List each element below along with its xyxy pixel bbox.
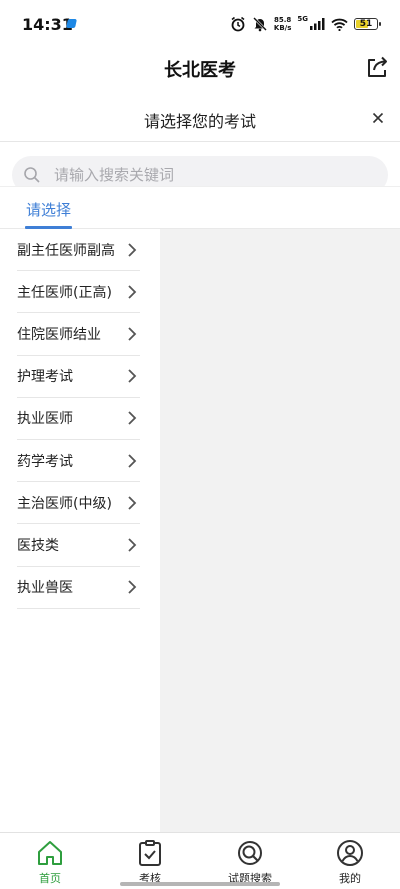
category-label: 住院医师结业 [17, 326, 101, 343]
category-label: 护理考试 [17, 369, 73, 386]
category-label: 副主任医师副高 [17, 242, 115, 259]
category-item[interactable]: 护理考试 [17, 356, 140, 398]
wifi-icon [331, 18, 348, 31]
close-icon[interactable] [368, 108, 388, 128]
mute-bell-icon [252, 17, 267, 32]
category-item[interactable]: 副主任医师副高 [17, 229, 140, 272]
signal-icon [310, 18, 325, 30]
nav-label: 我的 [339, 872, 361, 885]
home-indicator [120, 882, 280, 886]
chevron-right-icon [128, 580, 137, 594]
share-icon[interactable] [364, 54, 390, 80]
status-time: 14:31 [22, 15, 73, 34]
tab-bar: 请选择 [0, 186, 400, 229]
chevron-right-icon [128, 411, 137, 425]
category-item[interactable]: 主治医师(中级) [17, 482, 140, 525]
bottom-nav: 首页 考核 试题搜索 我的 [0, 832, 400, 889]
nav-exam[interactable]: 考核 [110, 839, 190, 886]
network-type: 5G [297, 15, 308, 23]
nav-home[interactable]: 首页 [10, 839, 90, 886]
category-label: 主任医师(正高) [17, 284, 112, 301]
chevron-right-icon [128, 538, 137, 552]
subcategory-pane [160, 229, 400, 832]
home-icon [38, 841, 62, 865]
nav-profile[interactable]: 我的 [310, 839, 390, 886]
status-bar: 14:31 85.8 KB/s 5G 51 [0, 0, 400, 48]
category-item[interactable]: 执业兽医 [17, 567, 140, 609]
category-list: 副主任医师副高 主任医师(正高) 住院医师结业 护理考试 执业医师 药学考试 主… [0, 229, 160, 832]
app-title: 长北医考 [164, 60, 236, 81]
exam-select-header: 请选择您的考试 [0, 96, 400, 142]
battery-icon: 51 [354, 18, 381, 30]
status-icons: 85.8 KB/s 5G 51 [230, 15, 381, 33]
category-item[interactable]: 医技类 [17, 524, 140, 567]
alarm-icon [231, 16, 245, 32]
chevron-right-icon [128, 369, 137, 383]
app-notification-icon [66, 19, 77, 28]
category-label: 医技类 [17, 537, 59, 554]
nav-label: 首页 [39, 872, 61, 885]
search-input[interactable] [54, 166, 354, 184]
user-icon [337, 840, 363, 866]
chevron-right-icon [128, 242, 137, 257]
category-item[interactable]: 住院医师结业 [17, 313, 140, 356]
chevron-right-icon [128, 285, 137, 299]
category-item[interactable]: 主任医师(正高) [17, 271, 140, 314]
clipboard-check-icon [139, 840, 161, 866]
category-item[interactable]: 执业医师 [17, 398, 140, 440]
search-q-icon [238, 841, 262, 865]
tab-select[interactable]: 请选择 [26, 199, 71, 220]
category-label: 执业医师 [17, 411, 73, 428]
category-label: 执业兽医 [17, 580, 73, 597]
modal-title: 请选择您的考试 [143, 112, 256, 131]
search-icon [24, 167, 40, 183]
net-speed: 85.8 KB/s [273, 16, 292, 32]
chevron-right-icon [128, 496, 137, 510]
category-item[interactable]: 药学考试 [17, 440, 140, 483]
chevron-right-icon [128, 327, 137, 341]
chevron-right-icon [128, 453, 137, 468]
nav-question-search[interactable]: 试题搜索 [210, 839, 290, 886]
app-header: 长北医考 [0, 48, 400, 88]
category-label: 主治医师(中级) [17, 495, 112, 512]
category-label: 药学考试 [17, 453, 73, 470]
